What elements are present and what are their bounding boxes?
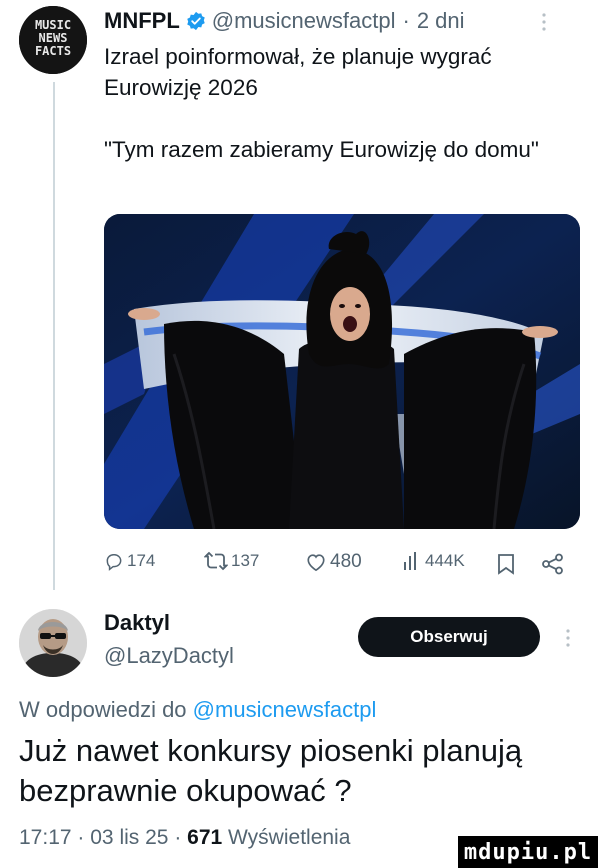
more-options-icon[interactable] xyxy=(534,8,554,36)
music-news-facts-logo-icon: MUSIC NEWS FACTS xyxy=(19,6,87,74)
separator-dot: · xyxy=(77,826,85,849)
tweet-action-bar: 174 137 480 444K xyxy=(104,547,574,581)
separator-dot: · xyxy=(402,8,410,33)
views-count: 444K xyxy=(425,551,465,570)
tweet-text: Izrael poinformował, że planuje wygrać E… xyxy=(104,41,574,165)
reply-date[interactable]: 03 lis 25 xyxy=(90,826,168,849)
heart-icon xyxy=(307,554,325,572)
reply-time[interactable]: 17:17 xyxy=(19,826,72,849)
retweet-icon xyxy=(204,551,228,571)
svg-text:MUSIC: MUSIC xyxy=(35,18,71,32)
bookmark-icon[interactable] xyxy=(497,553,515,575)
tweet-text-line: Izrael poinformował, że planuje wygrać E… xyxy=(104,44,492,100)
reply-views-label: Wyświetlenia xyxy=(228,826,351,849)
in-reply-to: W odpowiedzi do @musicnewsfactpl xyxy=(19,697,376,723)
like-count: 480 xyxy=(330,551,362,572)
in-reply-mention-link[interactable]: @musicnewsfactpl xyxy=(193,697,377,722)
tweet-quote: "Tym razem zabieramy Eurowizję do domu" xyxy=(104,137,539,162)
retweet-count: 137 xyxy=(231,551,260,570)
separator-dot: · xyxy=(174,826,182,849)
avatar[interactable] xyxy=(19,609,87,677)
reply-action[interactable]: 174 xyxy=(104,551,155,571)
avatar[interactable]: MUSIC NEWS FACTS xyxy=(19,6,87,74)
follow-button[interactable]: Obserwuj xyxy=(358,617,540,657)
svg-text:NEWS: NEWS xyxy=(39,31,68,45)
views-action[interactable]: 444K xyxy=(402,551,465,571)
more-options-icon[interactable] xyxy=(558,624,578,652)
tweet-media-photo[interactable] xyxy=(104,214,580,529)
author-name[interactable]: MNFPL xyxy=(104,8,180,34)
reply-meta: 17:17 · 03 lis 25 · 671 Wyświetlenia xyxy=(19,826,350,850)
svg-text:FACTS: FACTS xyxy=(35,44,71,58)
like-action[interactable]: 480 xyxy=(305,551,362,573)
in-reply-prefix: W odpowiedzi do xyxy=(19,697,187,722)
retweet-action[interactable]: 137 xyxy=(204,551,259,571)
thread-connector-line xyxy=(53,82,55,590)
analytics-bars-icon xyxy=(404,552,416,570)
author-handle[interactable]: @musicnewsfactpl xyxy=(212,8,396,34)
user-photo-icon xyxy=(19,609,87,677)
tweet-time[interactable]: 2 dni xyxy=(417,8,465,34)
reply-views-count: 671 xyxy=(187,826,223,849)
share-icon[interactable] xyxy=(541,553,565,575)
reply-author-handle[interactable]: @LazyDactyl xyxy=(104,643,234,669)
tweet-header: MNFPL @musicnewsfactpl · 2 dni xyxy=(104,5,584,37)
verified-badge-icon xyxy=(187,11,205,31)
reply-count: 174 xyxy=(127,551,156,570)
photo-performer-with-flag xyxy=(104,214,580,529)
reply-text: Już nawet konkursy piosenki planują bezp… xyxy=(19,733,523,808)
watermark-logo: mdupiu.pl xyxy=(458,836,598,868)
reply-author-name[interactable]: Daktyl xyxy=(104,610,170,636)
reply-icon xyxy=(106,554,122,571)
